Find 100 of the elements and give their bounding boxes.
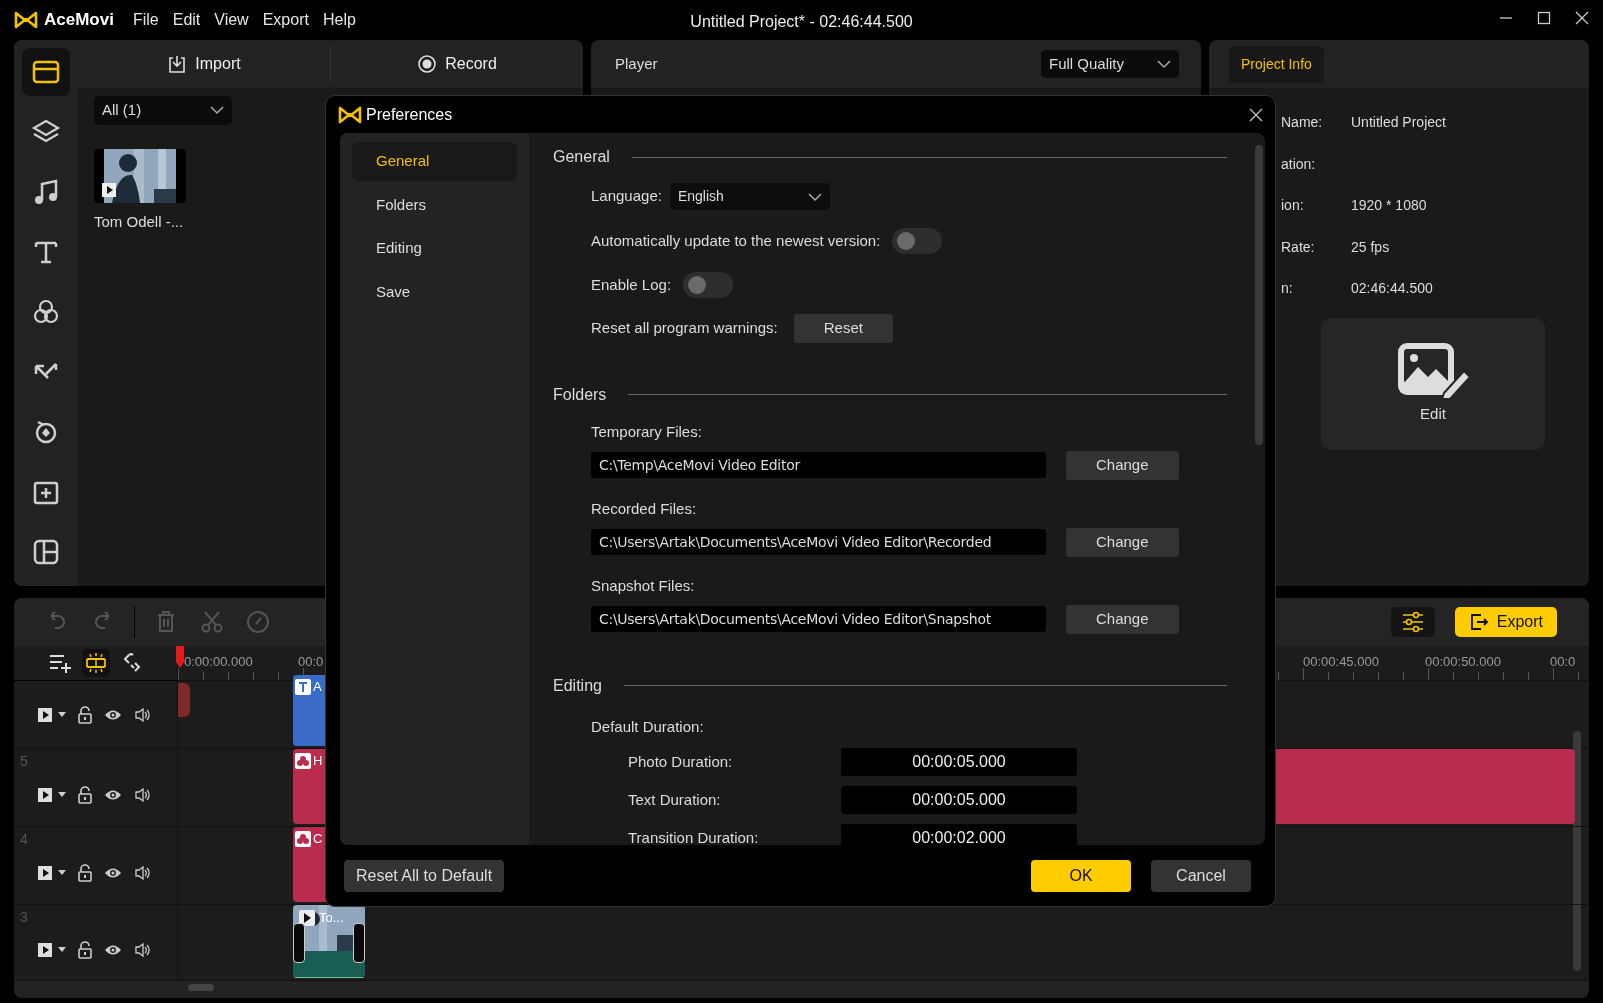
info-value: 1920 * 1080	[1351, 196, 1427, 216]
sliders-icon	[1400, 611, 1425, 633]
close-icon[interactable]	[1249, 107, 1263, 122]
speaker-icon[interactable]	[134, 864, 150, 881]
chevron-icon	[807, 191, 822, 202]
menu-item[interactable]: Edit	[165, 8, 208, 32]
nav-item[interactable]: Save	[352, 272, 517, 311]
menu-item[interactable]: File	[125, 8, 166, 32]
change-button[interactable]: Change	[1066, 528, 1179, 557]
track-number: 5	[20, 752, 28, 771]
info-value: Untitled Project	[1351, 113, 1446, 133]
clip-title: A	[313, 679, 322, 695]
play-icon[interactable]	[38, 865, 52, 880]
media-name: Tom Odell -...	[94, 211, 185, 232]
quality-dropdown[interactable]: Full Quality	[1041, 49, 1179, 79]
caret-icon[interactable]	[58, 791, 66, 798]
nav-item[interactable]: General	[352, 142, 517, 181]
snap-icon	[83, 651, 108, 675]
info-label: ation:	[1281, 154, 1317, 174]
lock-icon[interactable]	[78, 863, 92, 882]
path-field[interactable]: C:\Temp\AceMovi Video Editor	[591, 452, 1046, 479]
caret-icon[interactable]	[58, 711, 66, 718]
eye-icon[interactable]	[104, 708, 122, 721]
field-label: Transition Duration:	[628, 827, 760, 845]
trim-handle[interactable]	[353, 923, 365, 963]
nav-item[interactable]: Folders	[352, 185, 517, 224]
speaker-icon[interactable]	[134, 941, 150, 958]
scrollbar[interactable]	[188, 984, 214, 991]
tab[interactable]: Record	[445, 52, 497, 76]
track-tool-button[interactable]	[81, 649, 110, 677]
panel-title: Player	[615, 53, 658, 74]
filter-dropdown[interactable]: All (1)	[94, 96, 232, 125]
play-icon[interactable]	[38, 942, 52, 957]
lock-icon[interactable]	[78, 705, 92, 724]
clip[interactable]	[178, 683, 190, 717]
reset-button[interactable]: Reset	[793, 314, 893, 343]
change-button[interactable]: Change	[1066, 451, 1179, 480]
menu-item[interactable]: Export	[255, 8, 316, 32]
export-button[interactable]: Export	[1454, 607, 1557, 637]
toggle-switch[interactable]	[892, 228, 943, 254]
eye-icon[interactable]	[104, 943, 122, 956]
menu-item[interactable]: Help	[315, 8, 363, 32]
speaker-icon[interactable]	[134, 706, 150, 723]
tab[interactable]: Import	[195, 52, 241, 76]
nav-item[interactable]: Editing	[352, 229, 517, 268]
field-label: Temporary Files:	[591, 421, 703, 442]
edit-button[interactable]: Edit	[1321, 317, 1545, 450]
play-icon[interactable]	[38, 707, 52, 722]
path-field[interactable]: C:\Users\Artak\Documents\AceMovi Video Editor\Snapshot	[591, 606, 1046, 633]
trim-handle[interactable]	[293, 923, 305, 963]
settings-button[interactable]	[1390, 607, 1435, 637]
info-label: Rate:	[1281, 237, 1316, 257]
lock-icon[interactable]	[78, 785, 92, 804]
field-label: Language:	[591, 186, 662, 207]
language-dropdown[interactable]: English	[669, 183, 830, 210]
field-label: Automatically update to the newest version:	[591, 230, 881, 251]
field-label: Enable Log:	[591, 274, 672, 295]
scrollbar[interactable]	[1573, 731, 1581, 971]
playhead	[176, 646, 184, 668]
eye-icon[interactable]	[104, 788, 122, 801]
section-title: General	[553, 147, 610, 167]
sidebar-button[interactable]	[22, 48, 70, 96]
change-button[interactable]: Change	[1066, 605, 1179, 634]
window-title: Untitled Project* - 02:46:44.500	[690, 12, 913, 32]
menu-item[interactable]: View	[207, 8, 256, 32]
toggle-switch[interactable]	[683, 272, 734, 298]
close-icon[interactable]	[1575, 11, 1589, 25]
track-number: 3	[20, 908, 28, 927]
duration-field[interactable]: 00:00:02.000	[841, 824, 1077, 845]
field-label: Snapshot Files:	[591, 575, 696, 596]
scrollbar[interactable]	[1255, 145, 1263, 445]
field-label: Text Duration:	[628, 789, 722, 810]
project-info-tab[interactable]: Project Info	[1229, 46, 1324, 83]
clip-title: To...	[319, 910, 344, 926]
time-label: 0:00:00.000	[184, 653, 253, 671]
speaker-icon[interactable]	[134, 786, 150, 803]
record-icon	[417, 54, 438, 74]
logo-icon	[14, 11, 38, 29]
maximize-icon[interactable]	[1537, 11, 1551, 25]
info-value: 25 fps	[1351, 237, 1390, 257]
export-icon	[1468, 612, 1489, 632]
duration-field[interactable]: 00:00:05.000	[841, 748, 1077, 776]
import-icon	[167, 54, 188, 74]
dialog-title: Preferences	[366, 104, 453, 125]
play-icon[interactable]	[38, 787, 52, 802]
eye-icon[interactable]	[104, 866, 122, 879]
reset-default-button[interactable]: Reset All to Default	[344, 859, 505, 892]
section-title: Editing	[553, 675, 602, 696]
time-label: 00:0	[298, 653, 324, 671]
lock-icon[interactable]	[78, 940, 92, 959]
duration-field[interactable]: 00:00:05.000	[841, 786, 1077, 814]
info-label: Name:	[1281, 113, 1324, 133]
time-label: 00:00:45.000	[1303, 653, 1379, 671]
ok-button[interactable]: OK	[1031, 859, 1131, 892]
field-label: Photo Duration:	[628, 751, 734, 772]
path-field[interactable]: C:\Users\Artak\Documents\AceMovi Video Editor\Recorded	[591, 529, 1046, 556]
caret-icon[interactable]	[58, 946, 66, 953]
field-label: Default Duration:	[591, 716, 704, 737]
cancel-button[interactable]: Cancel	[1151, 859, 1251, 892]
caret-icon[interactable]	[58, 869, 66, 876]
